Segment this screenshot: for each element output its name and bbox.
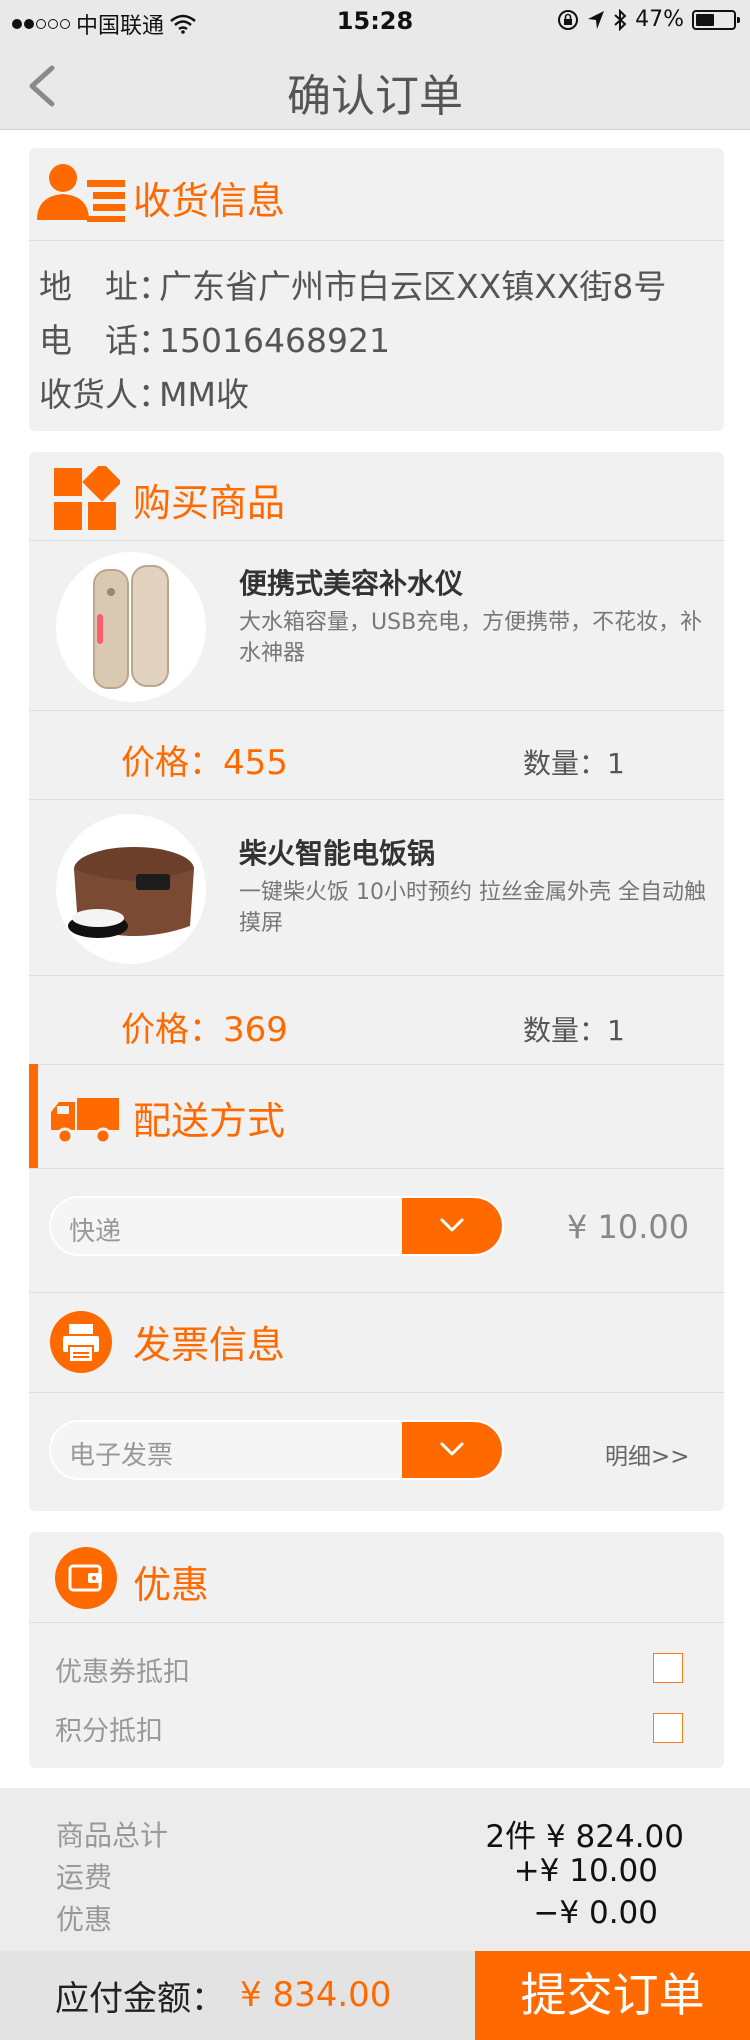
- rotation-lock-icon: [558, 9, 579, 30]
- points-label: 积分抵扣: [55, 1716, 163, 1747]
- product-name: 便携式美容补水仪: [239, 567, 464, 600]
- delivery-fee: ¥ 10.00: [567, 1208, 690, 1246]
- invoice-select[interactable]: 电子发票: [49, 1420, 504, 1480]
- price-label: 价格：: [121, 743, 223, 783]
- phone-value: 15016468921: [159, 321, 390, 360]
- delivery-selected-value: 快递: [69, 1217, 122, 1247]
- user-list-icon: [37, 164, 125, 222]
- product-name: 柴火智能电饭锅: [239, 837, 436, 870]
- phone-row: 电 话：15016468921: [39, 314, 390, 362]
- product-quantity: 数量：1: [523, 1009, 625, 1049]
- price-value: 369: [223, 1010, 288, 1050]
- invoice-detail-link[interactable]: 明细>>: [605, 1437, 690, 1471]
- products-title: 购买商品: [133, 481, 286, 525]
- points-checkbox[interactable]: [653, 1713, 683, 1743]
- shipping-value: +¥ 10.00: [513, 1853, 658, 1889]
- phone-label: 电 话：: [39, 321, 171, 360]
- divider: [29, 1392, 724, 1393]
- facial-mister-image: [93, 565, 169, 689]
- bluetooth-icon: [614, 8, 627, 31]
- shipping-label: 运费: [56, 1861, 113, 1894]
- discount-value: −¥ 0.00: [533, 1895, 658, 1931]
- items-total-value: 2件 ¥ 824.00: [485, 1819, 684, 1855]
- product-image: [56, 552, 206, 702]
- product-description: 一键柴火饭 10小时预约 拉丝金属外壳 全自动触摸屏: [239, 880, 706, 936]
- invoice-title: 发票信息: [133, 1323, 286, 1367]
- delivery-select[interactable]: 快递: [49, 1196, 504, 1256]
- divider: [29, 710, 724, 711]
- chevron-down-icon: [440, 1218, 464, 1232]
- address-label: 地 址：: [39, 267, 171, 306]
- divider: [29, 540, 724, 541]
- shipping-info-card: 收货信息 地 址：广东省广州市白云区XX镇XX街8号 电 话：150164689…: [29, 148, 724, 431]
- divider: [29, 1064, 724, 1065]
- battery-icon: [692, 9, 740, 30]
- order-details-card: 购买商品 便携式美容补水仪 大水箱容量，USB充电，方便携带，不花妆，补水神器 …: [29, 452, 724, 1511]
- divider: [29, 1168, 724, 1169]
- divider: [29, 799, 724, 800]
- rice-cooker-image: [68, 847, 194, 938]
- items-total-label: 商品总计: [56, 1819, 169, 1852]
- receiver-value: MM收: [159, 375, 249, 414]
- discount-title: 优惠: [133, 1563, 210, 1607]
- printer-icon: [50, 1311, 112, 1373]
- delivery-accent-bar: [29, 1064, 38, 1169]
- address-value: 广东省广州市白云区XX镇XX街8号: [159, 267, 667, 306]
- quantity-label: 数量：: [523, 747, 608, 780]
- payable-amount: ¥ 834.00: [240, 1975, 392, 2015]
- divider: [29, 1292, 724, 1293]
- price-value: 455: [223, 743, 288, 783]
- delivery-dropdown-button[interactable]: [402, 1198, 502, 1254]
- nav-bar: 确认订单: [0, 40, 750, 130]
- wallet-icon: [55, 1547, 117, 1609]
- divider: [29, 975, 724, 976]
- delivery-title: 配送方式: [133, 1099, 286, 1143]
- chevron-down-icon: [440, 1442, 464, 1456]
- quantity-value: 1: [607, 747, 625, 780]
- product-quantity: 数量：1: [523, 742, 625, 782]
- product-price: 价格：455: [121, 735, 288, 784]
- product-image: [56, 814, 206, 964]
- invoice-dropdown-button[interactable]: [402, 1422, 502, 1478]
- coupon-label: 优惠券抵扣: [55, 1657, 190, 1688]
- divider: [29, 240, 724, 241]
- grid-icon: [54, 466, 120, 530]
- receiver-row: 收货人：MM收: [39, 368, 249, 416]
- page-title: 确认订单: [287, 71, 463, 122]
- payable-label: 应付金额：: [55, 1979, 225, 2019]
- checkout-bar: 应付金额： ¥ 834.00 提交订单: [0, 1951, 750, 2040]
- battery-percent: 47%: [635, 7, 684, 32]
- discount-card: 优惠 优惠券抵扣 积分抵扣: [29, 1532, 724, 1768]
- receiver-label: 收货人：: [39, 375, 171, 414]
- status-bar: 中国联通 15:28 47%: [0, 0, 750, 40]
- location-arrow-icon: [588, 10, 605, 29]
- quantity-value: 1: [607, 1014, 625, 1047]
- status-right: 47%: [557, 7, 740, 32]
- coupon-checkbox[interactable]: [653, 1653, 683, 1683]
- order-summary: 商品总计 2件 ¥ 824.00 运费 +¥ 10.00 优惠 −¥ 0.00: [0, 1788, 750, 1951]
- invoice-selected-value: 电子发票: [69, 1441, 174, 1471]
- discount-label: 优惠: [56, 1903, 113, 1936]
- truck-icon: [51, 1098, 119, 1145]
- price-label: 价格：: [121, 1010, 223, 1050]
- product-description: 大水箱容量，USB充电，方便携带，不花妆，补水神器: [239, 610, 703, 666]
- product-price: 价格：369: [121, 1002, 288, 1051]
- divider: [29, 1622, 724, 1623]
- shipping-info-title: 收货信息: [133, 179, 286, 223]
- quantity-label: 数量：: [523, 1014, 608, 1047]
- address-row: 地 址：广东省广州市白云区XX镇XX街8号: [39, 260, 666, 308]
- submit-order-button[interactable]: 提交订单: [475, 1951, 750, 2040]
